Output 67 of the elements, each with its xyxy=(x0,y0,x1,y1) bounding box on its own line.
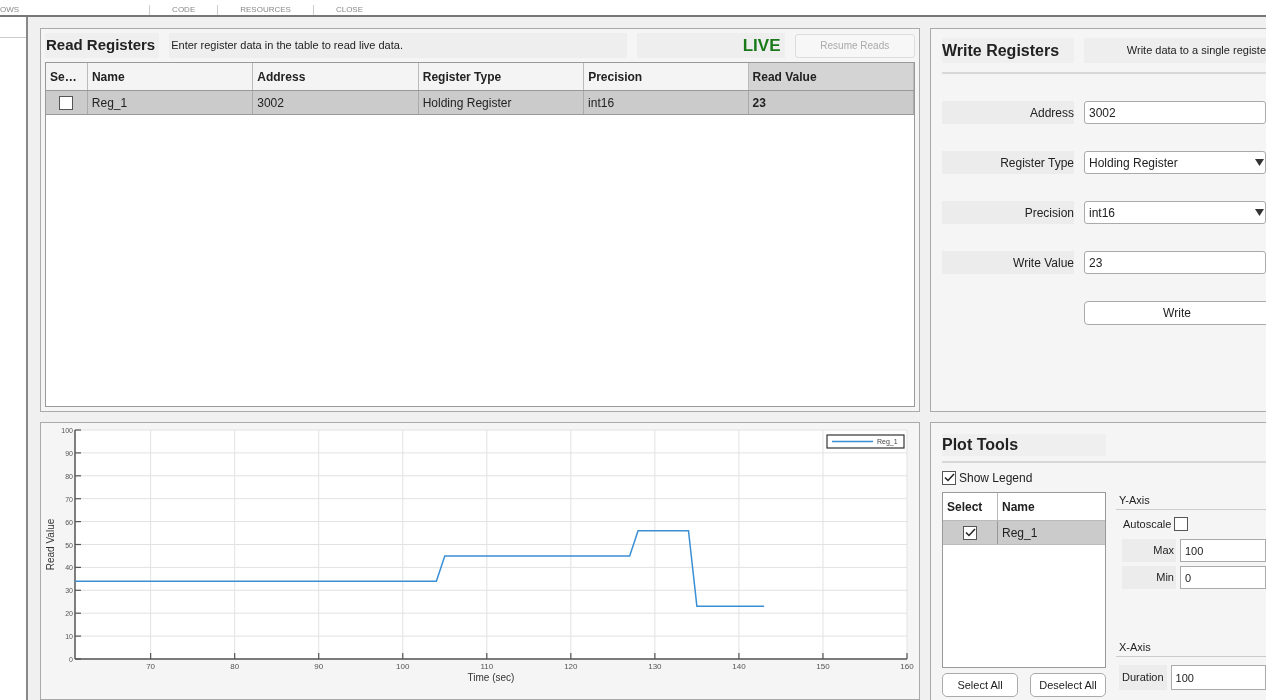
checkmark-icon xyxy=(943,473,955,482)
dropdown-caret-icon xyxy=(1255,209,1264,216)
panel-title: Plot Tools xyxy=(942,434,1106,456)
field-label: Write Value xyxy=(942,251,1074,274)
field-label: Precision xyxy=(942,201,1074,224)
y-axis-label: Read Value xyxy=(45,518,56,571)
column-header[interactable]: Register Type xyxy=(418,63,585,90)
text-field[interactable]: 100 xyxy=(1170,665,1266,690)
x-tick-label: 120 xyxy=(564,662,578,671)
autoscale-checkbox[interactable] xyxy=(1174,517,1189,531)
text-field[interactable]: 0 xyxy=(1180,566,1266,589)
table-cell: Reg_1 xyxy=(87,91,254,114)
panel-title: Write Registers xyxy=(942,38,1074,63)
dropdown-caret-icon xyxy=(1255,159,1264,166)
x-tick-label: 140 xyxy=(732,662,746,671)
panel-hint: Enter register data in the table to read live data. xyxy=(169,33,628,58)
section-header: X-Axis xyxy=(1116,639,1266,657)
menu-tab[interactable]: RESOURCES xyxy=(217,5,313,15)
field-label: Max xyxy=(1122,539,1176,562)
table-cell: int16 xyxy=(584,91,749,114)
x-tick-label: 150 xyxy=(816,662,830,671)
x-tick-label: 80 xyxy=(230,662,240,671)
show-legend-checkbox[interactable] xyxy=(942,470,956,485)
table-cell-text: Reg_1 xyxy=(1001,524,1039,542)
field-label: Register Type xyxy=(942,151,1074,174)
write-button[interactable]: Write xyxy=(1084,301,1266,325)
table-cell: 3002 xyxy=(253,91,419,114)
table-cell: Holding Register xyxy=(418,91,585,114)
text-field[interactable]: 3002 xyxy=(1084,101,1266,124)
panel-hint: Write data to a single registe xyxy=(1084,38,1266,63)
field-label: Duration xyxy=(1119,665,1167,690)
checkbox-label[interactable]: Show Legend xyxy=(959,468,1033,487)
panel-title: Read Registers xyxy=(45,33,160,58)
column-header[interactable]: Name xyxy=(998,493,1105,520)
x-tick-label: 160 xyxy=(900,662,914,671)
checkmark-icon xyxy=(964,528,976,537)
x-tick-label: 90 xyxy=(314,662,324,671)
column-header[interactable]: Read Value xyxy=(748,63,914,90)
row-checkbox[interactable] xyxy=(59,95,74,110)
row-checkbox[interactable] xyxy=(963,525,977,540)
table-cell: 23 xyxy=(748,91,914,114)
column-header[interactable]: Se… xyxy=(46,63,88,90)
text-field[interactable]: 23 xyxy=(1084,251,1266,274)
dropdown-field[interactable]: int16 xyxy=(1084,201,1266,224)
column-header[interactable]: Address xyxy=(253,63,419,90)
x-tick-label: 100 xyxy=(396,662,410,671)
menu-tab[interactable]: CODE xyxy=(149,5,218,15)
column-header[interactable]: Select xyxy=(943,493,998,520)
x-tick-label: 70 xyxy=(146,662,156,671)
plot-tools-button[interactable]: Deselect All xyxy=(1030,673,1106,697)
checkbox-label[interactable]: Autoscale xyxy=(1123,515,1172,533)
field-label: Min xyxy=(1122,566,1176,589)
plot-tools-button[interactable]: Select All xyxy=(942,673,1018,697)
x-tick-label: 110 xyxy=(480,662,494,671)
dropdown-field[interactable]: Holding Register xyxy=(1084,151,1266,174)
text-field[interactable]: 100 xyxy=(1180,539,1266,562)
column-header[interactable]: Name xyxy=(87,63,254,90)
x-axis-label: Time (sec) xyxy=(467,672,515,683)
table-row[interactable]: Reg_1 xyxy=(943,521,1105,545)
menu-tab[interactable]: OWS xyxy=(0,5,150,15)
x-tick-label: 130 xyxy=(648,662,662,671)
menu-tab[interactable]: CLOSE xyxy=(312,5,386,15)
column-header[interactable]: Precision xyxy=(584,63,749,90)
section-header: Y-Axis xyxy=(1116,492,1266,510)
field-label: Address xyxy=(942,101,1074,124)
table-row[interactable]: Reg_1 3002 Holding Register int16 23 xyxy=(46,91,914,115)
live-status: LIVE xyxy=(637,33,785,58)
